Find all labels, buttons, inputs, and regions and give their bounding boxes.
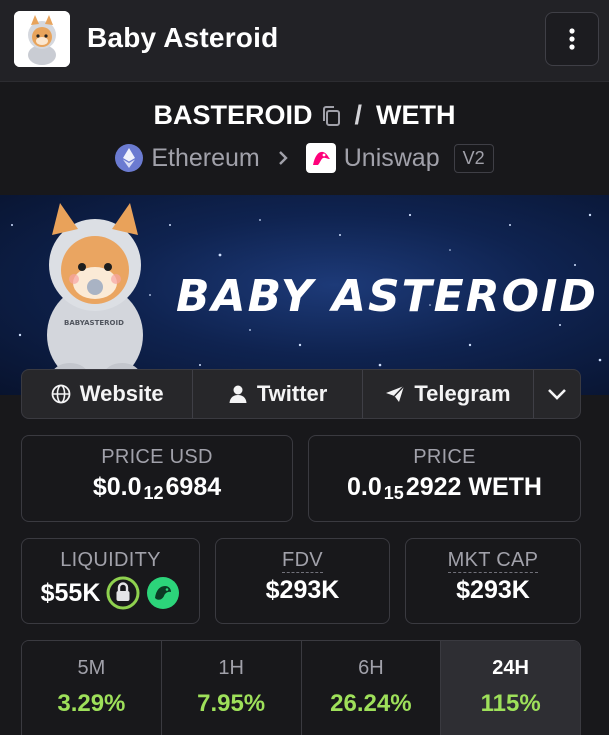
more-links-toggle[interactable] — [534, 370, 580, 418]
price-usd-box: PRICE USD $0.0 126984 — [21, 435, 293, 522]
price-native-value: 0.0 152922 WETH — [309, 473, 580, 504]
ethereum-icon — [115, 144, 144, 172]
globe-icon — [51, 384, 71, 404]
tab-6h[interactable]: 6H 26.24% — [301, 641, 442, 735]
ethereum-link[interactable]: Ethereum — [115, 143, 260, 173]
quote-token-symbol: WETH — [376, 100, 456, 130]
price-usd-prefix: $0.0 — [92, 473, 142, 501]
tab-6h-label: 6H — [358, 657, 384, 679]
website-button[interactable]: Website — [22, 370, 194, 418]
base-token-symbol: BASTEROID — [153, 100, 313, 130]
market-cap-value: $293K — [456, 576, 530, 604]
token-avatar — [14, 11, 70, 67]
lock-icon[interactable] — [106, 576, 140, 610]
price-usd-digits: 6984 — [165, 473, 222, 501]
price-usd-value: $0.0 126984 — [22, 473, 292, 504]
pair-section: BASTEROID / WETH Ethereum Uniswap V2 — [0, 83, 609, 195]
top-bar: Baby Asteroid — [0, 0, 609, 82]
tab-5m[interactable]: 5M 3.29% — [22, 641, 162, 735]
telegram-button[interactable]: Telegram — [363, 370, 535, 418]
market-cap-box: MKT CAP $293K — [405, 538, 581, 624]
copy-address-button[interactable] — [321, 105, 341, 127]
tab-5m-label: 5M — [77, 657, 106, 679]
tab-1h-change: 7.95% — [197, 690, 266, 717]
dex-name: Uniswap — [343, 143, 440, 172]
twitter-button[interactable]: Twitter — [193, 370, 363, 418]
suit-text: BABYASTEROID — [64, 319, 124, 327]
copy-icon — [322, 105, 340, 126]
price-usd-zero-count: 12 — [143, 483, 164, 503]
tab-24h-change: 115% — [480, 690, 541, 717]
shiba-astronaut-mascot: BABYASTEROID — [47, 203, 143, 387]
fdv-box: FDV $293K — [215, 538, 390, 624]
chain-breadcrumb: Ethereum Uniswap V2 — [0, 143, 609, 173]
uniswap-icon — [305, 143, 336, 173]
liquidity-value: $55K — [40, 578, 101, 607]
tab-24h-label: 24H — [492, 657, 529, 679]
price-native-prefix: 0.0 — [347, 473, 382, 501]
price-usd-label: PRICE USD — [101, 446, 213, 468]
tab-1h-label: 1H — [218, 657, 244, 679]
market-cap-label: MKT CAP — [447, 549, 539, 573]
more-vertical-icon — [569, 28, 575, 50]
locker-service-icon[interactable] — [146, 576, 180, 610]
telegram-label: Telegram — [414, 381, 511, 406]
timeframe-tabs: 5M 3.29% 1H 7.95% 6H 26.24% 24H 115% — [21, 640, 581, 735]
banner-title: BABY ASTEROID — [176, 271, 598, 322]
liquidity-label: LIQUIDITY — [60, 549, 161, 571]
social-links-bar: Website Twitter Telegram — [21, 369, 581, 419]
token-banner: BABYASTEROID BABY ASTEROID — [0, 195, 609, 395]
tab-5m-change: 3.29% — [57, 690, 126, 717]
twitter-label: Twitter — [256, 381, 328, 406]
fdv-value: $293K — [265, 576, 340, 604]
pair-title: BASTEROID / WETH — [0, 100, 609, 131]
send-icon — [386, 385, 405, 402]
price-native-label: PRICE — [413, 446, 476, 468]
price-native-digits: 2922 WETH — [405, 473, 542, 501]
tab-24h[interactable]: 24H 115% — [441, 641, 580, 735]
website-label: Website — [79, 381, 164, 406]
price-native-zero-count: 15 — [383, 483, 404, 503]
dex-version-badge: V2 — [453, 143, 494, 173]
chevron-right-icon — [278, 151, 288, 165]
app-title: Baby Asteroid — [87, 22, 279, 53]
chevron-down-icon — [548, 389, 566, 400]
network-name: Ethereum — [151, 143, 260, 172]
tab-1h[interactable]: 1H 7.95% — [161, 641, 302, 735]
more-menu-button[interactable] — [545, 12, 599, 66]
liquidity-box: LIQUIDITY $55K — [21, 538, 200, 624]
uniswap-link[interactable]: Uniswap — [305, 143, 440, 173]
fdv-label: FDV — [282, 549, 323, 573]
user-icon — [229, 385, 247, 403]
pair-separator: / — [354, 100, 363, 130]
tab-6h-change: 26.24% — [330, 690, 412, 717]
price-native-box: PRICE 0.0 152922 WETH — [308, 435, 581, 522]
liquidity-row: $55K — [22, 576, 199, 610]
